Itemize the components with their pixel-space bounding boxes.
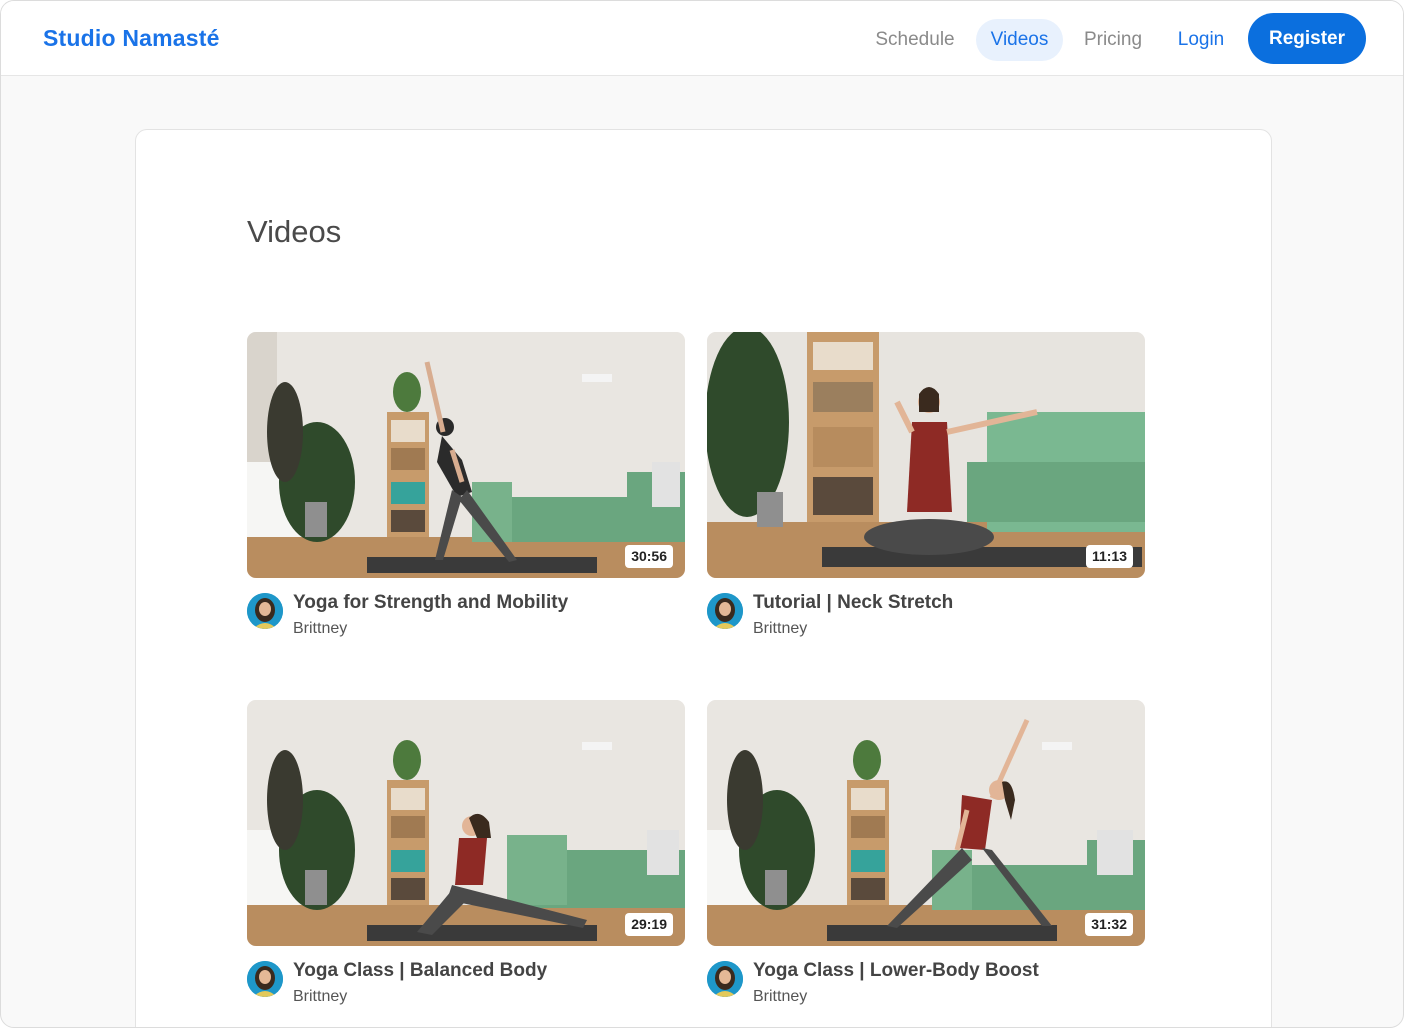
author-avatar[interactable] xyxy=(707,961,743,997)
yoga-scene-image xyxy=(247,700,685,946)
video-card[interactable]: 31:32 Yoga Class | Lower-Body Boost Brit… xyxy=(707,700,1145,1006)
video-author[interactable]: Brittney xyxy=(753,988,807,1006)
browser-window: Studio Namasté Schedule Videos Pricing L… xyxy=(0,0,1404,1028)
yoga-scene-image xyxy=(707,700,1145,946)
author-avatar[interactable] xyxy=(707,593,743,629)
video-duration-badge: 30:56 xyxy=(625,545,673,568)
nav-login-link[interactable]: Login xyxy=(1167,19,1235,61)
top-navbar: Studio Namasté Schedule Videos Pricing L… xyxy=(1,1,1403,76)
page-title: Videos xyxy=(247,214,342,249)
video-thumbnail[interactable]: 31:32 xyxy=(707,700,1145,946)
video-title[interactable]: Yoga for Strength and Mobility xyxy=(293,592,568,614)
video-thumbnail[interactable]: 29:19 xyxy=(247,700,685,946)
nav-videos-link[interactable]: Videos xyxy=(976,19,1063,61)
video-card[interactable]: 11:13 Tutorial | Neck Stretch Brittney xyxy=(707,332,1145,638)
video-meta: Yoga Class | Lower-Body Boost Brittney xyxy=(707,946,1145,1006)
video-author[interactable]: Brittney xyxy=(293,620,347,638)
video-title[interactable]: Yoga Class | Balanced Body xyxy=(293,960,547,982)
video-title[interactable]: Yoga Class | Lower-Body Boost xyxy=(753,960,1039,982)
video-thumbnail[interactable]: 30:56 xyxy=(247,332,685,578)
author-avatar[interactable] xyxy=(247,593,283,629)
video-thumbnail[interactable]: 11:13 xyxy=(707,332,1145,578)
brand-logo[interactable]: Studio Namasté xyxy=(43,25,220,52)
video-meta: Yoga for Strength and Mobility Brittney xyxy=(247,578,685,638)
video-title[interactable]: Tutorial | Neck Stretch xyxy=(753,592,953,614)
nav-pricing-link[interactable]: Pricing xyxy=(1071,19,1155,61)
video-duration-badge: 31:32 xyxy=(1085,913,1133,936)
videos-card: Videos 30:56 Yoga for Strength and Mobil… xyxy=(135,129,1272,1027)
yoga-scene-image xyxy=(707,332,1145,578)
yoga-scene-image xyxy=(247,332,685,578)
nav-schedule-link[interactable]: Schedule xyxy=(863,19,967,61)
register-button[interactable]: Register xyxy=(1248,13,1366,64)
author-avatar[interactable] xyxy=(247,961,283,997)
video-card[interactable]: 30:56 Yoga for Strength and Mobility Bri… xyxy=(247,332,685,638)
video-duration-badge: 11:13 xyxy=(1085,545,1133,568)
video-duration-badge: 29:19 xyxy=(625,913,673,936)
video-meta: Yoga Class | Balanced Body Brittney xyxy=(247,946,685,1006)
video-meta: Tutorial | Neck Stretch Brittney xyxy=(707,578,1145,638)
video-card[interactable]: 29:19 Yoga Class | Balanced Body Brittne… xyxy=(247,700,685,1006)
video-author[interactable]: Brittney xyxy=(753,620,807,638)
video-author[interactable]: Brittney xyxy=(293,988,347,1006)
